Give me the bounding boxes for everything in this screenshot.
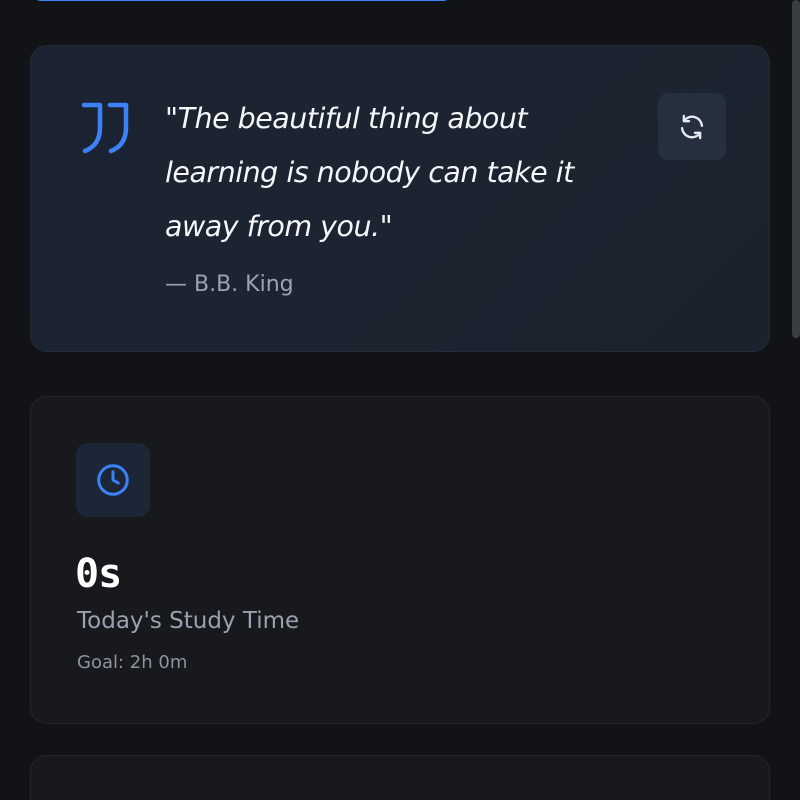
- study-time-label: Today's Study Time: [77, 608, 300, 634]
- quote-author: — B.B. King: [165, 272, 294, 297]
- primary-button-edge[interactable]: [34, 0, 450, 1]
- next-card: [30, 755, 770, 800]
- refresh-icon: [680, 114, 704, 139]
- quote-card: "The beautiful thing about learning is n…: [30, 45, 770, 352]
- study-time-value: 0s: [75, 551, 122, 597]
- dashboard-page: "The beautiful thing about learning is n…: [0, 0, 800, 800]
- study-time-card: 0s Today's Study Time Goal: 2h 0m: [30, 396, 770, 724]
- clock-icon-tile: [76, 443, 150, 517]
- quote-mark-icon: [81, 102, 129, 154]
- scrollbar-thumb[interactable]: [792, 0, 800, 338]
- refresh-quote-button[interactable]: [658, 93, 726, 160]
- quote-text: "The beautiful thing about learning is n…: [165, 102, 574, 243]
- study-goal: Goal: 2h 0m: [77, 652, 188, 673]
- clock-icon: [97, 464, 129, 496]
